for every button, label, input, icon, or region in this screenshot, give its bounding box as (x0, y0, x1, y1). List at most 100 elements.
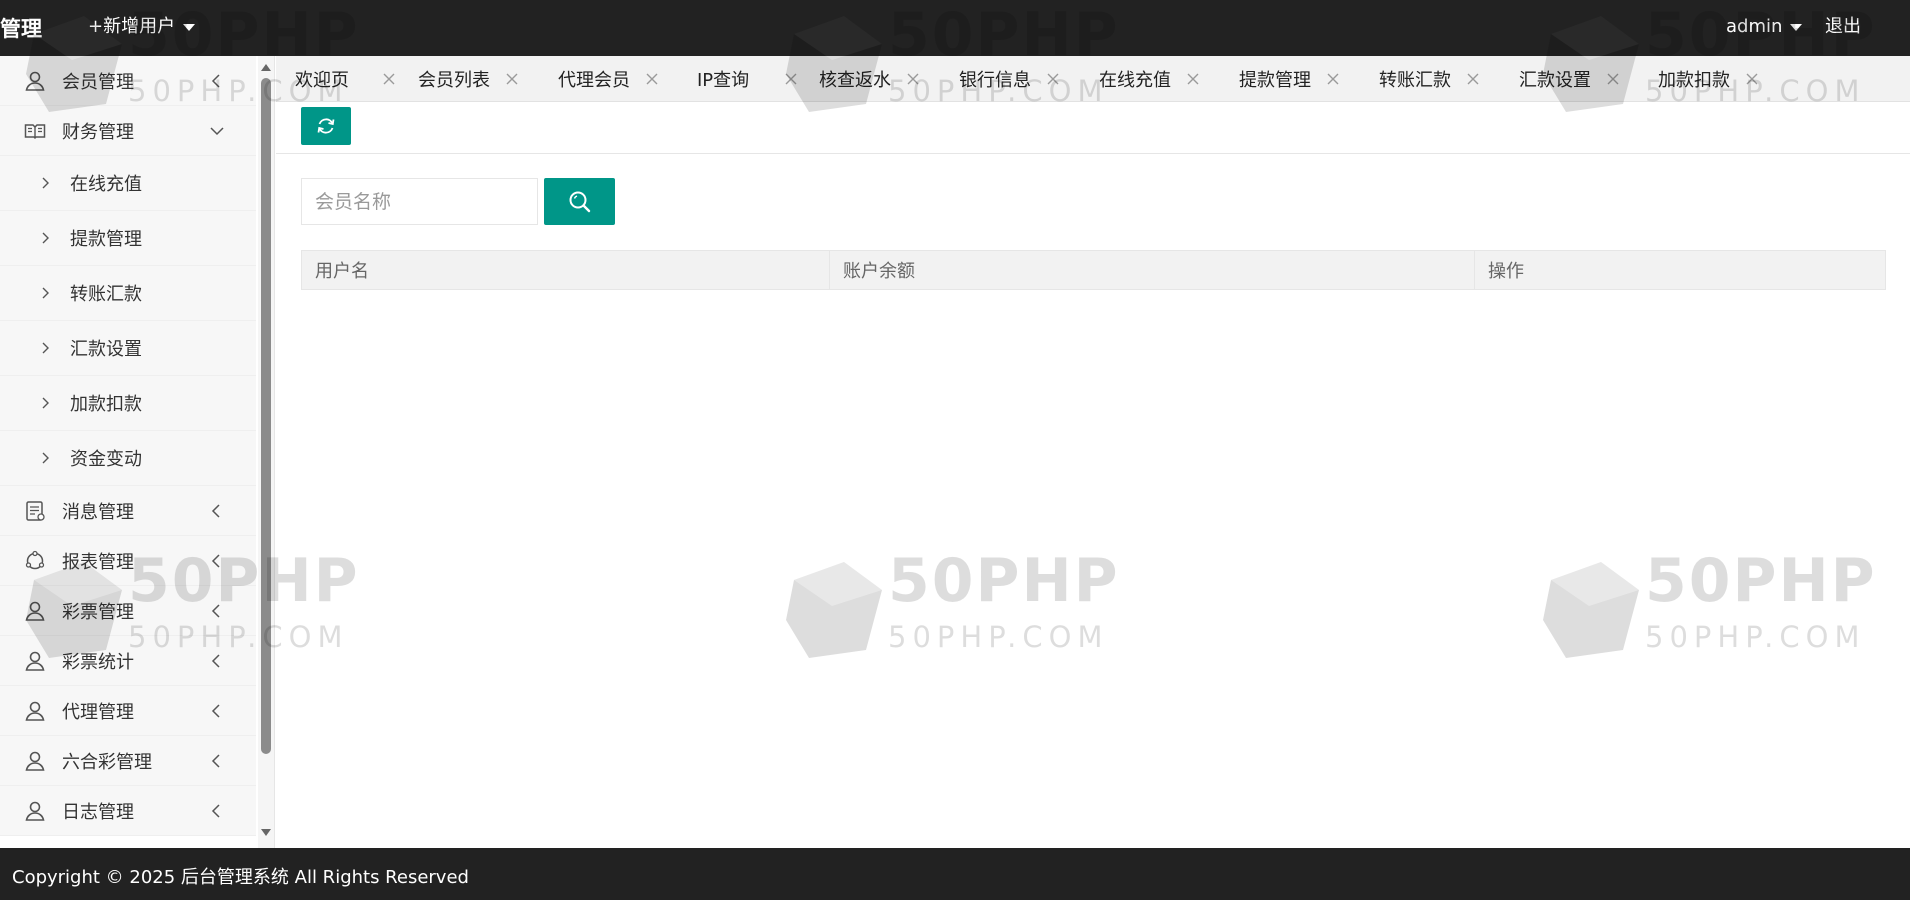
member-balance-table: 用户名 账户余额 操作 (301, 250, 1886, 290)
tab-welcome[interactable]: 欢迎页 (295, 56, 395, 101)
sidebar-item-reports[interactable]: 报表管理 (0, 536, 256, 586)
chevron-left-icon (211, 553, 220, 568)
tab-withdraw[interactable]: 提款管理 (1239, 56, 1339, 101)
tab-rebate-check[interactable]: 核查返水 (819, 56, 919, 101)
book-icon (24, 124, 46, 140)
chevron-right-icon (42, 342, 49, 354)
add-user-menu[interactable]: +新增用户 (88, 16, 196, 38)
search-icon (569, 191, 590, 212)
sidebar-scrollbar[interactable] (258, 56, 274, 848)
sidebar-item-label: 消息管理 (62, 501, 134, 523)
content-toolbar (276, 102, 1910, 154)
user-menu[interactable]: admin (1726, 16, 1803, 38)
sidebar-item-finance[interactable]: 财务管理 (0, 106, 256, 156)
chevron-left-icon (211, 73, 220, 88)
close-icon[interactable] (1185, 71, 1201, 87)
user-icon (25, 601, 45, 621)
refresh-button[interactable] (301, 107, 351, 145)
top-header: 管理 +新增用户 admin 退出 (0, 0, 1910, 56)
tab-label: 在线充值 (1099, 70, 1171, 91)
user-icon (25, 801, 45, 821)
sidebar-item-mark-six[interactable]: 六合彩管理 (0, 736, 256, 786)
tab-adjust-balance[interactable]: 加款扣款 (1658, 56, 1758, 101)
sidebar-subitem-label: 汇款设置 (70, 339, 142, 360)
sidebar-subitem-adjust-balance[interactable]: 加款扣款 (0, 376, 256, 431)
sidebar-item-label: 会员管理 (62, 71, 134, 93)
watermark-text: 50PHP (888, 546, 1120, 616)
sidebar-subitem-fund-changes[interactable]: 资金变动 (0, 431, 256, 486)
user-icon (25, 71, 45, 91)
sidebar-subitem-label: 加款扣款 (70, 394, 142, 415)
caret-down-icon (1790, 23, 1803, 31)
user-icon (25, 651, 45, 671)
watermark-subtext: 50PHP.COM (1645, 620, 1866, 654)
sidebar-item-member[interactable]: 会员管理 (0, 56, 256, 106)
column-header-actions[interactable]: 操作 (1475, 251, 1885, 289)
sidebar-subitem-transfer[interactable]: 转账汇款 (0, 266, 256, 321)
watermark: 50PHP 50PHP.COM (1517, 536, 1877, 676)
close-icon[interactable] (1045, 71, 1061, 87)
close-icon[interactable] (783, 71, 799, 87)
close-icon[interactable] (905, 71, 921, 87)
close-icon[interactable] (1605, 71, 1621, 87)
chevron-right-icon (42, 177, 49, 189)
chevron-right-icon (42, 452, 49, 464)
search-button[interactable] (544, 178, 615, 225)
copyright-text: Copyright © 2025 后台管理系统 All Rights Reser… (12, 867, 469, 888)
chevron-right-icon (42, 232, 49, 244)
footer: Copyright © 2025 后台管理系统 All Rights Reser… (0, 848, 1910, 900)
sidebar-subitem-remit-settings[interactable]: 汇款设置 (0, 321, 256, 376)
chevron-left-icon (211, 703, 220, 718)
chevron-left-icon (211, 753, 220, 768)
tab-label: 会员列表 (418, 70, 490, 91)
member-name-search-input[interactable] (301, 178, 538, 225)
tab-remit-settings[interactable]: 汇款设置 (1519, 56, 1619, 101)
chevron-left-icon (211, 803, 220, 818)
cube-logo-icon (786, 562, 882, 658)
column-header-balance[interactable]: 账户余额 (830, 251, 1475, 289)
close-icon[interactable] (504, 71, 520, 87)
watermark-subtext: 50PHP.COM (888, 620, 1109, 654)
tab-ip-query[interactable]: IP查询 (697, 56, 797, 101)
column-header-username[interactable]: 用户名 (302, 251, 830, 289)
tab-online-recharge[interactable]: 在线充值 (1099, 56, 1199, 101)
tab-transfer[interactable]: 转账汇款 (1379, 56, 1479, 101)
tab-member-list[interactable]: 会员列表 (418, 56, 518, 101)
tab-label: 汇款设置 (1519, 70, 1591, 91)
sidebar-subitem-label: 在线充值 (70, 174, 142, 195)
chevron-right-icon (42, 287, 49, 299)
tab-label: 转账汇款 (1379, 70, 1451, 91)
watermark: 50PHP 50PHP.COM (760, 536, 1120, 676)
tab-label: 加款扣款 (1658, 70, 1730, 91)
sidebar-item-messages[interactable]: 消息管理 (0, 486, 256, 536)
user-icon (25, 701, 45, 721)
sidebar-subitem-withdraw[interactable]: 提款管理 (0, 211, 256, 266)
sidebar-subitem-label: 提款管理 (70, 229, 142, 250)
scroll-up-arrow-icon[interactable] (261, 64, 271, 71)
sidebar-item-lottery[interactable]: 彩票管理 (0, 586, 256, 636)
sidebar-item-label: 彩票管理 (62, 601, 134, 623)
scroll-down-arrow-icon[interactable] (261, 829, 271, 836)
sidebar-subitem-online-recharge[interactable]: 在线充值 (0, 156, 256, 211)
watermark-text: 50PHP (1645, 546, 1877, 616)
sidebar-subitem-label: 资金变动 (70, 449, 142, 470)
cube-logo-icon (1543, 562, 1639, 658)
scroll-thumb[interactable] (261, 78, 271, 754)
close-icon[interactable] (1744, 71, 1760, 87)
sidebar: 会员管理 财务管理 在线充值 提款管理 转账汇款 汇款设置 加款扣款 资金变动 … (0, 56, 275, 848)
sidebar-item-logs[interactable]: 日志管理 (0, 786, 256, 836)
sidebar-item-agents[interactable]: 代理管理 (0, 686, 256, 736)
brand-title: 管理 (0, 17, 42, 41)
tab-agent-members[interactable]: 代理会员 (558, 56, 658, 101)
user-icon (25, 751, 45, 771)
logout-link[interactable]: 退出 (1825, 16, 1861, 38)
add-user-label: +新增用户 (88, 16, 176, 37)
sidebar-item-lottery-stats[interactable]: 彩票统计 (0, 636, 256, 686)
close-icon[interactable] (644, 71, 660, 87)
chevron-down-icon (210, 126, 224, 135)
close-icon[interactable] (381, 71, 397, 87)
tab-bank-info[interactable]: 银行信息 (959, 56, 1059, 101)
close-icon[interactable] (1325, 71, 1341, 87)
sidebar-item-label: 彩票统计 (62, 651, 134, 673)
close-icon[interactable] (1465, 71, 1481, 87)
